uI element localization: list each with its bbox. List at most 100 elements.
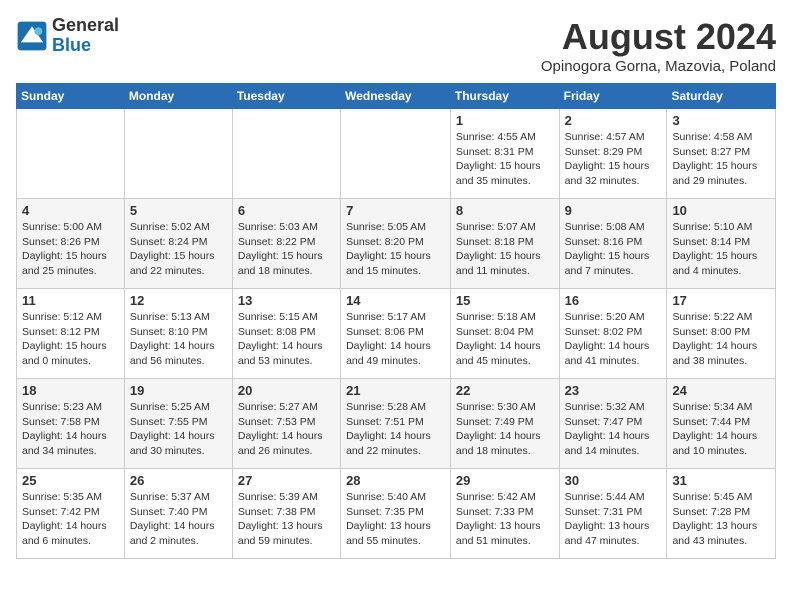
- calendar-cell: 14 Sunrise: 5:17 AM Sunset: 8:06 PM Dayli…: [341, 289, 451, 379]
- day-number: 18: [22, 383, 119, 398]
- day-number: 28: [346, 473, 445, 488]
- day-number: 20: [238, 383, 335, 398]
- day-number: 24: [672, 383, 770, 398]
- logo-text: General Blue: [52, 16, 119, 56]
- day-number: 30: [565, 473, 662, 488]
- calendar-cell: 31Sunrise: 5:45 AM Sunset: 7:28 PM Dayli…: [667, 469, 776, 559]
- day-info: Sunrise: 5:30 AM Sunset: 7:49 PM Dayligh…: [456, 400, 554, 459]
- calendar-cell: 27Sunrise: 5:39 AM Sunset: 7:38 PM Dayli…: [232, 469, 340, 559]
- day-number: 11: [22, 293, 119, 308]
- day-number: 22: [456, 383, 554, 398]
- calendar-week-row: 1Sunrise: 4:55 AM Sunset: 8:31 PM Daylig…: [17, 109, 776, 199]
- day-number: 29: [456, 473, 554, 488]
- calendar-header-row: SundayMondayTuesdayWednesdayThursdayFrid…: [17, 84, 776, 109]
- day-info: Sunrise: 5:23 AM Sunset: 7:58 PM Dayligh…: [22, 400, 119, 459]
- day-info: Sunrise: 5:37 AM Sunset: 7:40 PM Dayligh…: [130, 490, 227, 549]
- calendar-cell: 29 Sunrise: 5:42 AM Sunset: 7:33 PM Dayli…: [450, 469, 559, 559]
- day-info: Sunrise: 5:42 AM Sunset: 7:33 PM Dayligh…: [456, 490, 554, 549]
- day-number: 4: [22, 203, 119, 218]
- calendar-week-row: 4 Sunrise: 5:00 AM Sunset: 8:26 PM Daylig…: [17, 199, 776, 289]
- calendar-table: SundayMondayTuesdayWednesdayThursdayFrid…: [16, 83, 776, 559]
- logo: General Blue: [16, 16, 119, 56]
- calendar-cell: 3 Sunrise: 4:58 AM Sunset: 8:27 PM Daylig…: [667, 109, 776, 199]
- day-info: Sunrise: 5:02 AM Sunset: 8:24 PM Dayligh…: [130, 220, 227, 279]
- day-info: Sunrise: 4:55 AM Sunset: 8:31 PM Dayligh…: [456, 130, 554, 189]
- calendar-cell: 26Sunrise: 5:37 AM Sunset: 7:40 PM Dayli…: [124, 469, 232, 559]
- day-number: 27: [238, 473, 335, 488]
- day-number: 17: [672, 293, 770, 308]
- calendar-cell: 4 Sunrise: 5:00 AM Sunset: 8:26 PM Daylig…: [17, 199, 125, 289]
- calendar-header-thursday: Thursday: [450, 84, 559, 109]
- day-number: 7: [346, 203, 445, 218]
- day-info: Sunrise: 5:40 AM Sunset: 7:35 PM Dayligh…: [346, 490, 445, 549]
- day-info: Sunrise: 5:28 AM Sunset: 7:51 PM Dayligh…: [346, 400, 445, 459]
- day-info: Sunrise: 5:17 AM Sunset: 8:06 PM Dayligh…: [346, 310, 445, 369]
- calendar-cell: 21 Sunrise: 5:28 AM Sunset: 7:51 PM Dayli…: [341, 379, 451, 469]
- day-info: Sunrise: 5:07 AM Sunset: 8:18 PM Dayligh…: [456, 220, 554, 279]
- calendar-cell: 17 Sunrise: 5:22 AM Sunset: 8:00 PM Dayli…: [667, 289, 776, 379]
- day-info: Sunrise: 4:58 AM Sunset: 8:27 PM Dayligh…: [672, 130, 770, 189]
- month-year-title: August 2024: [541, 16, 776, 58]
- day-number: 16: [565, 293, 662, 308]
- day-info: Sunrise: 5:03 AM Sunset: 8:22 PM Dayligh…: [238, 220, 335, 279]
- day-number: 13: [238, 293, 335, 308]
- calendar-cell: 7 Sunrise: 5:05 AM Sunset: 8:20 PM Daylig…: [341, 199, 451, 289]
- day-number: 19: [130, 383, 227, 398]
- calendar-cell: [124, 109, 232, 199]
- calendar-cell: 24 Sunrise: 5:34 AM Sunset: 7:44 PM Dayli…: [667, 379, 776, 469]
- logo-icon: [16, 20, 48, 52]
- calendar-cell: 16 Sunrise: 5:20 AM Sunset: 8:02 PM Dayli…: [559, 289, 667, 379]
- calendar-cell: 9Sunrise: 5:08 AM Sunset: 8:16 PM Daylig…: [559, 199, 667, 289]
- calendar-cell: 25Sunrise: 5:35 AM Sunset: 7:42 PM Dayli…: [17, 469, 125, 559]
- calendar-header-saturday: Saturday: [667, 84, 776, 109]
- day-number: 12: [130, 293, 227, 308]
- calendar-cell: 2Sunrise: 4:57 AM Sunset: 8:29 PM Daylig…: [559, 109, 667, 199]
- calendar-header-wednesday: Wednesday: [341, 84, 451, 109]
- day-number: 3: [672, 113, 770, 128]
- calendar-cell: [232, 109, 340, 199]
- calendar-cell: 18 Sunrise: 5:23 AM Sunset: 7:58 PM Dayli…: [17, 379, 125, 469]
- calendar-cell: 28 Sunrise: 5:40 AM Sunset: 7:35 PM Dayli…: [341, 469, 451, 559]
- calendar-cell: 11Sunrise: 5:12 AM Sunset: 8:12 PM Dayli…: [17, 289, 125, 379]
- day-number: 14: [346, 293, 445, 308]
- day-number: 6: [238, 203, 335, 218]
- day-number: 21: [346, 383, 445, 398]
- title-block: August 2024 Opinogora Gorna, Mazovia, Po…: [541, 16, 776, 75]
- calendar-cell: 22 Sunrise: 5:30 AM Sunset: 7:49 PM Dayli…: [450, 379, 559, 469]
- day-info: Sunrise: 5:20 AM Sunset: 8:02 PM Dayligh…: [565, 310, 662, 369]
- calendar-cell: 8Sunrise: 5:07 AM Sunset: 8:18 PM Daylig…: [450, 199, 559, 289]
- calendar-cell: 30 Sunrise: 5:44 AM Sunset: 7:31 PM Dayli…: [559, 469, 667, 559]
- calendar-cell: 20 Sunrise: 5:27 AM Sunset: 7:53 PM Dayli…: [232, 379, 340, 469]
- logo-general: General: [52, 16, 119, 36]
- calendar-cell: [341, 109, 451, 199]
- calendar-header-sunday: Sunday: [17, 84, 125, 109]
- day-info: Sunrise: 5:25 AM Sunset: 7:55 PM Dayligh…: [130, 400, 227, 459]
- day-number: 10: [672, 203, 770, 218]
- calendar-cell: 10 Sunrise: 5:10 AM Sunset: 8:14 PM Dayli…: [667, 199, 776, 289]
- logo-blue: Blue: [52, 36, 119, 56]
- calendar-week-row: 11Sunrise: 5:12 AM Sunset: 8:12 PM Dayli…: [17, 289, 776, 379]
- day-number: 15: [456, 293, 554, 308]
- day-number: 5: [130, 203, 227, 218]
- day-info: Sunrise: 5:34 AM Sunset: 7:44 PM Dayligh…: [672, 400, 770, 459]
- day-info: Sunrise: 5:32 AM Sunset: 7:47 PM Dayligh…: [565, 400, 662, 459]
- day-number: 23: [565, 383, 662, 398]
- page-header: General Blue August 2024 Opinogora Gorna…: [16, 16, 776, 75]
- calendar-cell: 23 Sunrise: 5:32 AM Sunset: 7:47 PM Dayli…: [559, 379, 667, 469]
- calendar-header-friday: Friday: [559, 84, 667, 109]
- day-number: 2: [565, 113, 662, 128]
- calendar-cell: 12Sunrise: 5:13 AM Sunset: 8:10 PM Dayli…: [124, 289, 232, 379]
- day-info: Sunrise: 5:05 AM Sunset: 8:20 PM Dayligh…: [346, 220, 445, 279]
- day-info: Sunrise: 5:22 AM Sunset: 8:00 PM Dayligh…: [672, 310, 770, 369]
- day-info: Sunrise: 5:35 AM Sunset: 7:42 PM Dayligh…: [22, 490, 119, 549]
- location-subtitle: Opinogora Gorna, Mazovia, Poland: [541, 58, 776, 75]
- day-info: Sunrise: 5:10 AM Sunset: 8:14 PM Dayligh…: [672, 220, 770, 279]
- day-info: Sunrise: 5:00 AM Sunset: 8:26 PM Dayligh…: [22, 220, 119, 279]
- day-info: Sunrise: 5:15 AM Sunset: 8:08 PM Dayligh…: [238, 310, 335, 369]
- day-number: 9: [565, 203, 662, 218]
- calendar-cell: 13 Sunrise: 5:15 AM Sunset: 8:08 PM Dayli…: [232, 289, 340, 379]
- day-info: Sunrise: 5:44 AM Sunset: 7:31 PM Dayligh…: [565, 490, 662, 549]
- day-info: Sunrise: 5:18 AM Sunset: 8:04 PM Dayligh…: [456, 310, 554, 369]
- day-info: Sunrise: 5:27 AM Sunset: 7:53 PM Dayligh…: [238, 400, 335, 459]
- day-info: Sunrise: 5:45 AM Sunset: 7:28 PM Dayligh…: [672, 490, 770, 549]
